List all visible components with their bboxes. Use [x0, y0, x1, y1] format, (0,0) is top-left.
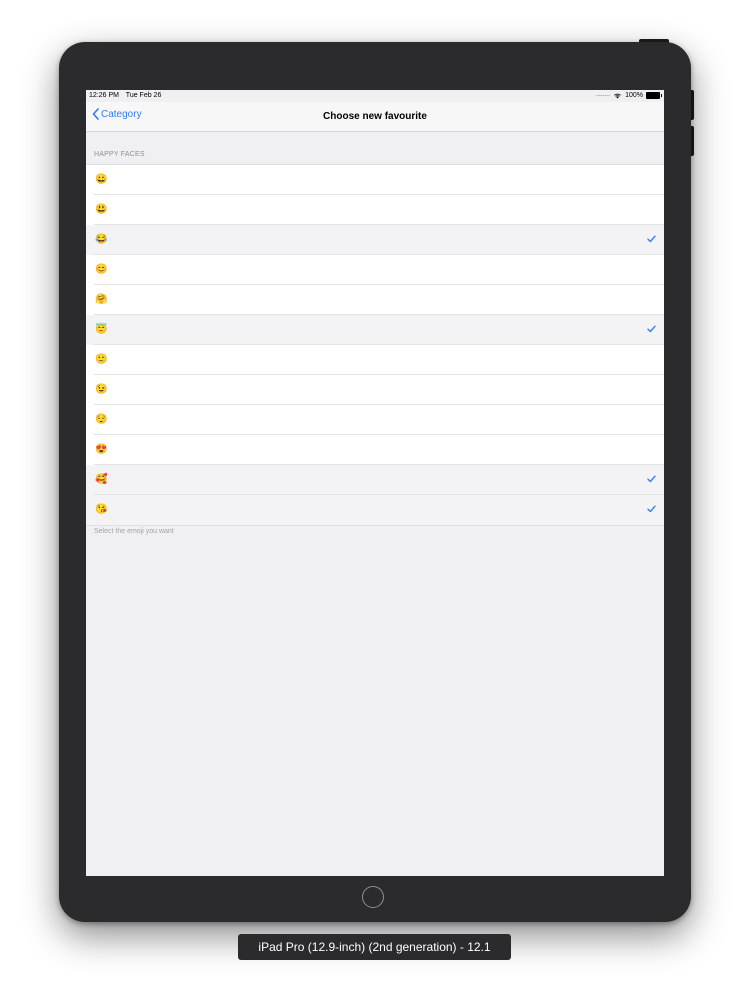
- emoji-row[interactable]: 🥰: [86, 465, 664, 495]
- home-button[interactable]: [362, 886, 384, 908]
- status-right: ······· 100%: [596, 92, 662, 99]
- emoji-row[interactable]: 😊: [86, 255, 664, 285]
- page-title: Choose new favourite: [323, 111, 427, 122]
- section-footer: Select the emoji you want: [94, 528, 174, 535]
- navigation-bar: Category Choose new favourite: [86, 102, 664, 132]
- emoji-row[interactable]: 🙂: [86, 345, 664, 375]
- emoji-row[interactable]: 😇: [86, 315, 664, 345]
- checkmark-icon: [647, 475, 656, 483]
- emoji-row[interactable]: 😃: [86, 195, 664, 225]
- status-time: 12:26 PM: [89, 92, 119, 99]
- emoji-row[interactable]: 😀: [86, 165, 664, 195]
- emoji-glyph: 😌: [95, 414, 108, 425]
- wifi-icon: [614, 93, 621, 99]
- status-bar: 12:26 PM Tue Feb 26 ······· 100%: [86, 90, 664, 102]
- emoji-glyph: 😊: [95, 264, 108, 275]
- section-header: HAPPY FACES: [94, 151, 145, 158]
- emoji-glyph: 🤗: [95, 294, 108, 305]
- emoji-glyph: 😇: [95, 324, 108, 335]
- checkmark-icon: [647, 325, 656, 333]
- checkmark-icon: [647, 235, 656, 243]
- emoji-glyph: 😉: [95, 384, 108, 395]
- emoji-row[interactable]: 😉: [86, 375, 664, 405]
- emoji-glyph: 😃: [95, 204, 108, 215]
- emoji-glyph: 🥰: [95, 474, 108, 485]
- battery-icon: [646, 92, 662, 99]
- emoji-row[interactable]: 😘: [86, 495, 664, 525]
- ipad-screen: 12:26 PM Tue Feb 26 ······· 100% Categor: [86, 90, 664, 876]
- status-left: 12:26 PM Tue Feb 26: [89, 92, 166, 99]
- status-date: Tue Feb 26: [125, 92, 162, 99]
- emoji-list: 😀 😃 😂 😊 🤗 😇 🙂 😉 😌 😍 🥰 😘: [86, 164, 664, 526]
- emoji-row[interactable]: 🤗: [86, 285, 664, 315]
- simulator-window: 12:26 PM Tue Feb 26 ······· 100% Categor: [0, 0, 750, 1000]
- emoji-glyph: 😂: [95, 234, 108, 245]
- emoji-glyph: 🙂: [95, 354, 108, 365]
- emoji-glyph: 😘: [95, 504, 108, 515]
- emoji-row[interactable]: 😂: [86, 225, 664, 255]
- signal-dots-icon: ·······: [596, 92, 611, 99]
- emoji-row[interactable]: 😍: [86, 435, 664, 465]
- battery-percent: 100%: [625, 92, 643, 99]
- checkmark-icon: [647, 505, 656, 513]
- emoji-glyph: 😀: [95, 174, 108, 185]
- emoji-glyph: 😍: [95, 444, 108, 455]
- simulator-device-label: iPad Pro (12.9-inch) (2nd generation) - …: [238, 934, 511, 960]
- emoji-row[interactable]: 😌: [86, 405, 664, 435]
